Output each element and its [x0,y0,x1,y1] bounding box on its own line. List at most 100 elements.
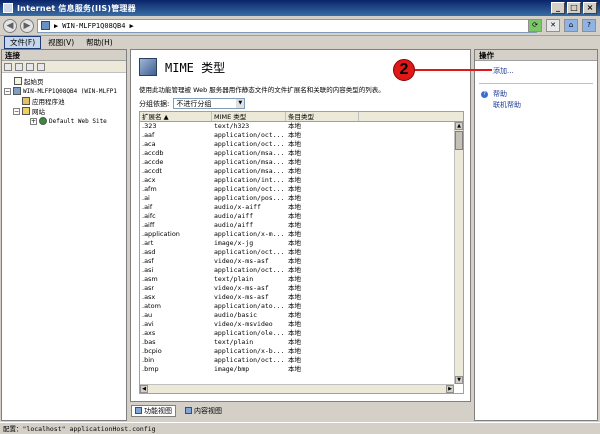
mime-types-icon [139,58,157,76]
table-row[interactable]: .asm text/plain 本地 [140,275,454,284]
collapse-icon[interactable]: − [13,107,20,115]
table-row[interactable]: .aca application/oct... 本地 [140,140,454,149]
up-level-icon[interactable] [26,62,34,71]
table-row[interactable]: .asx video/x-ms-asf 本地 [140,293,454,302]
tree-item-sites[interactable]: − 网站 [2,106,126,116]
home-icon[interactable]: ⌂ [564,19,578,32]
step-number-badge: 2 [393,59,415,81]
address-box[interactable]: ▶ WIN-MLFP1Q08QB4 ▶ [37,18,537,33]
help-icon[interactable]: ? [582,19,596,32]
table-row[interactable]: .asr video/x-ms-asf 本地 [140,284,454,293]
scroll-left-icon[interactable]: ◀ [140,385,148,393]
action-online-help[interactable]: 联机帮助 [475,100,597,111]
menu-help[interactable]: 帮助(H) [81,37,118,48]
cell-entry-type: 本地 [288,275,301,283]
table-row[interactable]: .aiff audio/aiff 本地 [140,221,454,230]
close-button[interactable]: × [583,2,597,14]
column-extension[interactable]: 扩展名 ▲ [140,112,212,121]
connect-icon[interactable] [4,62,12,71]
column-mime-type[interactable]: MIME 类型 [212,112,286,121]
address-path[interactable]: WIN-MLFP1Q08QB4 [62,22,125,30]
table-row[interactable]: .afm application/oct... 本地 [140,185,454,194]
address-separator-end: ▶ [129,21,134,30]
scroll-up-icon[interactable]: ▲ [455,122,463,130]
table-row[interactable]: .art image/x-jg 本地 [140,239,454,248]
tree-item-default-web-site[interactable]: + Default Web Site [2,116,126,126]
table-row[interactable]: .atom application/ato... 本地 [140,302,454,311]
table-row[interactable]: .au audio/basic 本地 [140,311,454,320]
vertical-scrollbar[interactable]: ▲ ▼ [454,122,463,384]
actions-pane: 操作 添加... ? 帮助 联机帮助 [474,49,598,421]
tree-item-start-page[interactable]: 起始页 [2,76,126,86]
table-row[interactable]: .axs application/ole... 本地 [140,329,454,338]
view-tabs: 功能视图 内容视图 [131,404,225,417]
cell-entry-type: 本地 [288,266,301,274]
table-row[interactable]: .ai application/pos... 本地 [140,194,454,203]
save-icon[interactable] [15,62,23,71]
tree-item-server[interactable]: − WIN-MLFP1Q08QB4 (WIN-MLFP1 [2,86,126,96]
collapse-icon[interactable]: − [4,87,11,95]
scroll-down-icon[interactable]: ▼ [455,376,463,384]
minimize-button[interactable]: _ [551,2,565,14]
forward-button[interactable]: ▶ [20,18,34,33]
connections-pane: 连接 起始页 − WIN-MLFP1Q08QB4 (WIN-MLFP1 应用程序… [1,49,127,421]
tab-features-view[interactable]: 功能视图 [131,404,176,417]
feature-header: MIME 类型 [139,58,225,76]
table-row[interactable]: .323 text/h323 本地 [140,122,454,131]
menu-view[interactable]: 视图(V) [43,37,79,48]
column-entry-type[interactable]: 条目类型 [286,112,359,121]
back-button[interactable]: ◀ [3,18,17,33]
action-add[interactable]: 添加... [475,66,597,77]
tree-item-label: WIN-MLFP1Q08QB4 (WIN-MLFP1 [23,87,117,95]
cell-mime-type: image/x-jg [214,239,254,247]
table-row[interactable]: .accde application/msa... 本地 [140,158,454,167]
table-row[interactable]: .bmp image/bmp 本地 [140,365,454,374]
scroll-right-icon[interactable]: ▶ [446,385,454,393]
cell-extension: .art [142,239,154,247]
table-row[interactable]: .aif audio/x-aiff 本地 [140,203,454,212]
table-row[interactable]: .avi video/x-msvideo 本地 [140,320,454,329]
table-row[interactable]: .asf video/x-ms-asf 本地 [140,257,454,266]
table-row[interactable]: .aaf application/oct... 本地 [140,131,454,140]
status-bar: 配置："localhost" applicationHost.config [0,422,600,434]
table-row[interactable]: .accdb application/msa... 本地 [140,149,454,158]
table-row[interactable]: .bin application/oct... 本地 [140,356,454,365]
menu-file[interactable]: 文件(F) [4,35,42,49]
action-help[interactable]: ? 帮助 [475,89,597,100]
dropdown-arrow-icon[interactable]: ▼ [236,99,245,108]
table-row[interactable]: .accdt application/msa... 本地 [140,167,454,176]
cell-extension: .bas [142,338,156,346]
cell-entry-type: 本地 [288,140,301,148]
stop-icon[interactable]: ✕ [546,19,560,32]
table-row[interactable]: .aifc audio/aiff 本地 [140,212,454,221]
maximize-button[interactable]: □ [567,2,581,14]
tree-item-label: 应用程序池 [32,98,65,106]
tree-item-app-pools[interactable]: 应用程序池 [2,96,126,106]
tree-item-label: 网站 [32,108,45,116]
table-row[interactable]: .bcpio application/x-b... 本地 [140,347,454,356]
cell-extension: .accdt [142,167,162,175]
cell-extension: .asr [142,284,155,292]
menu-bar: 文件(F) 视图(V) 帮助(H) [0,35,600,49]
table-row[interactable]: .bas text/plain 本地 [140,338,454,347]
action-help-label: 帮助 [493,90,507,98]
cell-mime-type: audio/x-aiff [214,203,261,211]
table-row[interactable]: .asd application/oct... 本地 [140,248,454,257]
cell-mime-type: application/oct... [214,185,285,193]
disconnect-icon[interactable] [37,62,45,71]
table-row[interactable]: .acx application/int... 本地 [140,176,454,185]
group-by-select[interactable]: 不进行分组 ▼ [173,98,246,109]
cell-mime-type: application/ole... [214,329,285,337]
horizontal-scrollbar[interactable]: ◀ ▶ [140,384,454,393]
server-icon [13,87,21,95]
refresh-icon[interactable]: ⟳ [528,19,542,32]
cell-extension: .asd [142,248,156,256]
expand-icon[interactable]: + [30,117,37,125]
cell-extension: .asx [142,293,156,301]
table-row[interactable]: .application application/x-m... 本地 [140,230,454,239]
cell-extension: .avi [142,320,154,328]
tab-content-view[interactable]: 内容视图 [182,405,225,417]
scroll-thumb[interactable] [455,131,463,150]
table-row[interactable]: .asi application/oct... 本地 [140,266,454,275]
window-title: Internet 信息服务(IIS)管理器 [17,3,136,13]
